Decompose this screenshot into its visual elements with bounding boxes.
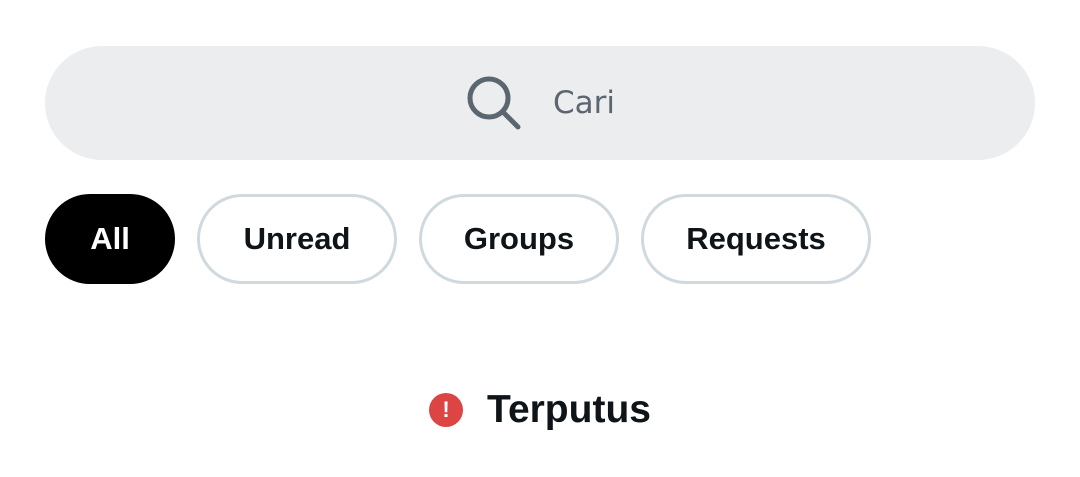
search-input[interactable]: Cari: [553, 87, 615, 119]
search-bar[interactable]: Cari: [45, 46, 1035, 160]
status-text: Terputus: [487, 388, 651, 431]
tab-all[interactable]: All: [45, 194, 175, 284]
search-icon: [465, 74, 523, 132]
filter-tabs: All Unread Groups Requests: [45, 194, 871, 284]
tab-requests[interactable]: Requests: [641, 194, 871, 284]
tab-groups[interactable]: Groups: [419, 194, 619, 284]
tab-unread[interactable]: Unread: [197, 194, 397, 284]
connection-status: ! Terputus: [0, 380, 1080, 440]
error-icon: !: [429, 393, 464, 427]
